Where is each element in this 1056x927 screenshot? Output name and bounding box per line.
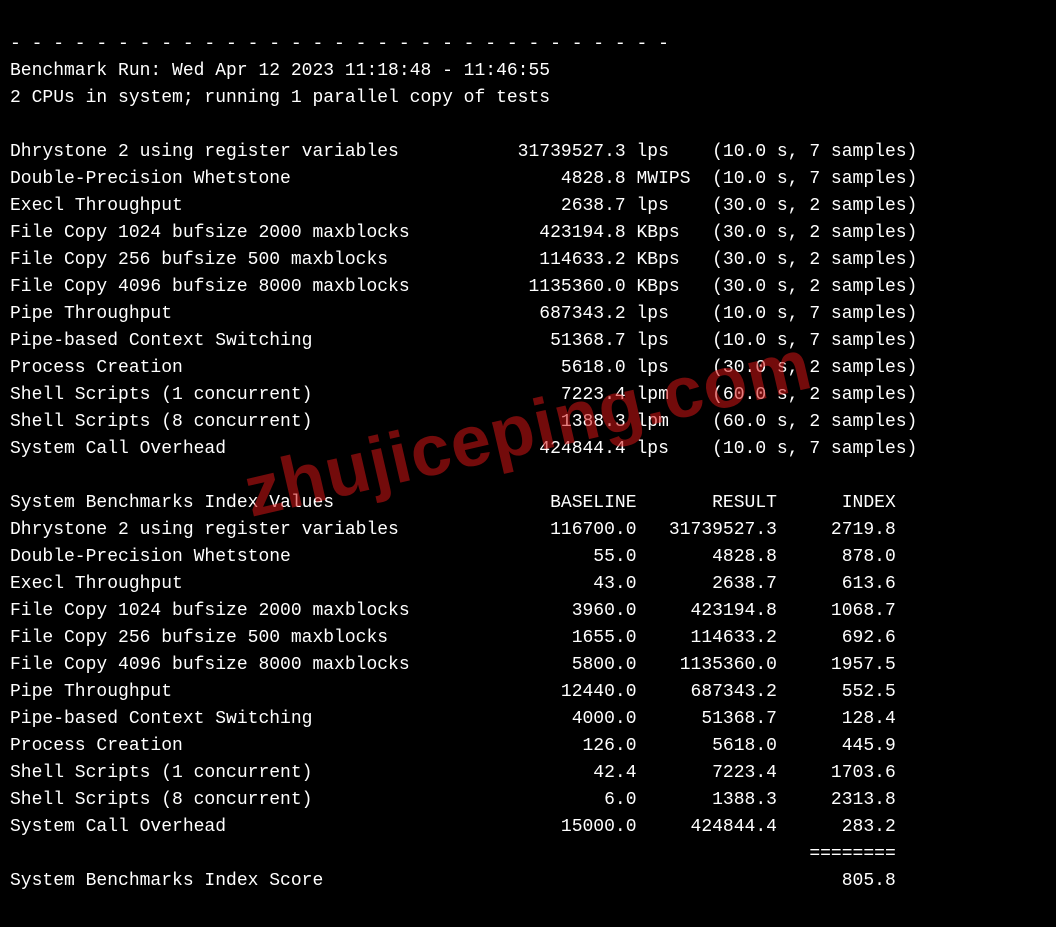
cpu-header: 2 CPUs in system; running 1 parallel cop… — [10, 88, 550, 108]
index-divider-line: ======== — [10, 844, 896, 864]
index-score-line: System Benchmarks Index Score 805.8 — [10, 871, 896, 891]
separator-line: - - - - - - - - - - - - - - - - - - - - … — [10, 34, 669, 54]
run-header: Benchmark Run: Wed Apr 12 2023 11:18:48 … — [10, 61, 550, 81]
index-header-line: System Benchmarks Index Values BASELINE … — [10, 493, 896, 513]
test-results-block: Dhrystone 2 using register variables 317… — [10, 142, 917, 459]
index-values-block: Dhrystone 2 using register variables 116… — [10, 520, 896, 837]
terminal-output: - - - - - - - - - - - - - - - - - - - - … — [0, 0, 1056, 927]
